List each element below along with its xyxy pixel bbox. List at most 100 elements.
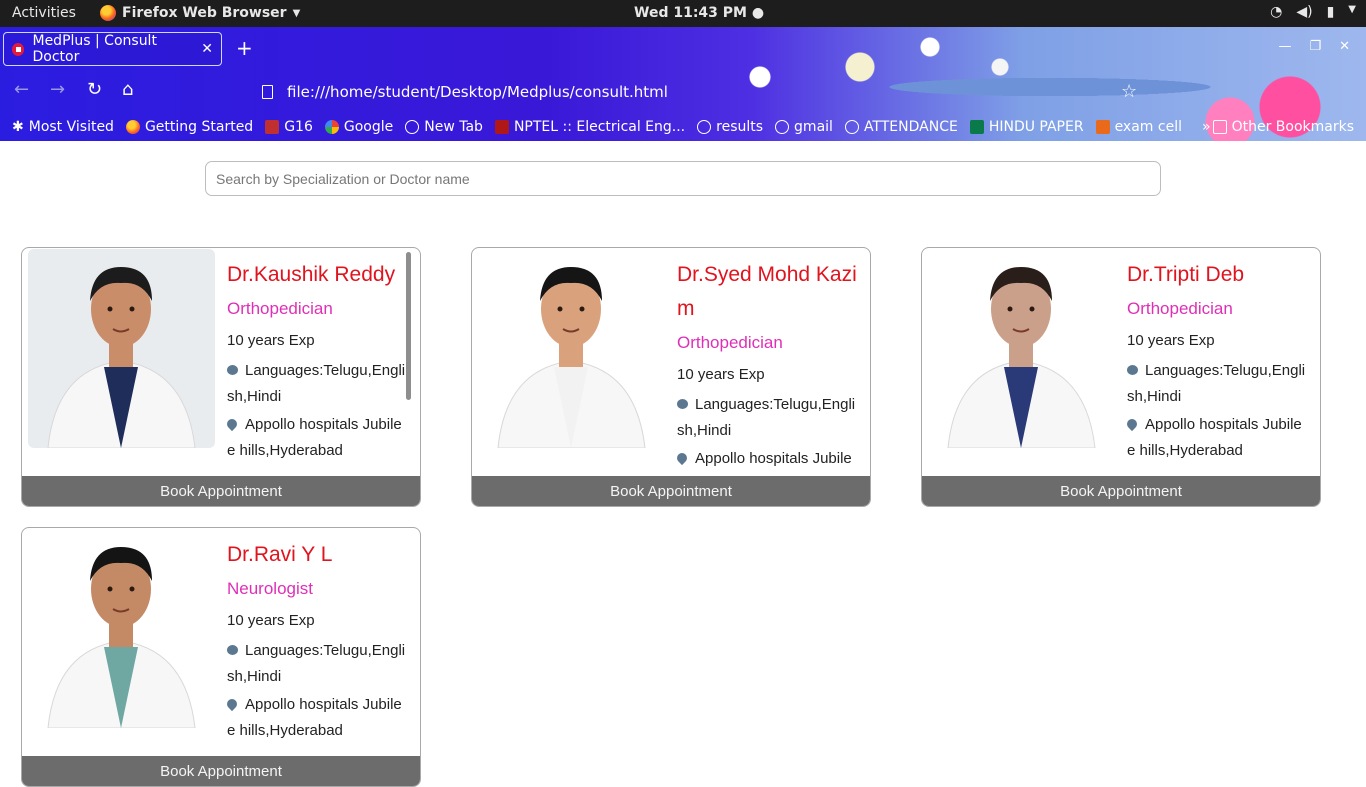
book-appointment-button[interactable]: Book Appointment	[922, 476, 1320, 506]
bookmark-item[interactable]: Google	[324, 119, 394, 135]
doctor-photo-frame	[28, 529, 215, 728]
book-appointment-button[interactable]: Book Appointment	[22, 756, 420, 786]
doctor-photo	[928, 249, 1115, 448]
doctor-address: Appollo hospitals Jubilee hills,Hyderaba…	[227, 412, 409, 464]
activities-button[interactable]: Activities	[12, 5, 76, 21]
doctor-address: Appollo hospitals Jubilee hills,Hyderaba…	[1127, 412, 1309, 464]
window-controls: — ❐ ✕	[1278, 39, 1350, 54]
info-scrollbar[interactable]	[406, 252, 411, 400]
url-bar[interactable]: file:///home/student/Desktop/Medplus/con…	[262, 79, 1162, 105]
back-icon[interactable]: ←	[14, 81, 29, 99]
close-icon[interactable]: ✕	[201, 41, 213, 57]
bookmark-item[interactable]: New Tab	[405, 119, 483, 135]
reload-icon[interactable]: ↻	[87, 81, 102, 99]
bookmark-item[interactable]: HINDU PAPER	[969, 119, 1084, 135]
system-tray[interactable]: ◔ ◀) ▮ ▼	[1270, 4, 1356, 20]
speech-bubble-icon	[1127, 365, 1138, 375]
doctor-specialization: Orthopedician	[677, 333, 783, 352]
wifi-icon: ◔	[1270, 4, 1283, 20]
globe-icon	[844, 120, 859, 134]
book-appointment-button[interactable]: Book Appointment	[472, 476, 870, 506]
exam-icon	[1095, 120, 1110, 134]
doctor-photo	[478, 249, 665, 448]
more-bookmarks-chevron-icon[interactable]: »	[1202, 119, 1211, 135]
doctor-name: Dr.Tripti Deb	[1127, 263, 1245, 286]
nptel-icon	[494, 120, 509, 134]
doctor-name: Dr.Syed Mohd Kazim	[677, 263, 857, 320]
doctor-card: Dr.Tripti Deb Orthopedician 10 years Exp…	[921, 247, 1321, 507]
location-pin-icon	[1127, 416, 1140, 432]
app-menu[interactable]: Firefox Web Browser ▼	[100, 5, 300, 21]
doctor-info: Dr.Kaushik Reddy Orthopedician 10 years …	[227, 258, 409, 476]
bookmark-star-icon[interactable]: ☆	[1121, 81, 1137, 102]
chevron-down-icon: ▼	[292, 7, 301, 19]
bookmark-label: Most Visited	[28, 119, 114, 135]
minimize-icon[interactable]: —	[1278, 39, 1291, 54]
globe-icon	[775, 120, 790, 134]
doctor-card: Dr.Kaushik Reddy Orthopedician 10 years …	[21, 247, 421, 507]
doctor-experience: 10 years Exp	[227, 612, 315, 629]
doctor-info: Dr.Ravi Y L Neurologist 10 years Exp Lan…	[227, 538, 409, 756]
page-icon	[262, 85, 273, 99]
bookmark-item[interactable]: NPTEL :: Electrical Eng...	[494, 119, 686, 135]
globe-icon	[697, 120, 712, 134]
bookmark-label: gmail	[794, 119, 833, 135]
tab-consult-doctor[interactable]: MedPlus | Consult Doctor ✕	[3, 32, 222, 66]
chevron-down-icon: ▼	[1348, 4, 1356, 15]
doctor-languages: Languages:Telugu,English,Hindi	[677, 396, 856, 439]
forward-icon[interactable]: →	[50, 81, 65, 99]
doctor-languages: Languages:Telugu,English,Hindi	[1127, 362, 1306, 405]
hindu-icon	[969, 120, 984, 134]
bookmark-label: Google	[343, 119, 394, 135]
url-text: file:///home/student/Desktop/Medplus/con…	[287, 83, 668, 101]
home-icon[interactable]: ⌂	[122, 81, 133, 99]
bookmark-item[interactable]: exam cell	[1095, 119, 1182, 135]
doctor-specialization: Orthopedician	[1127, 299, 1233, 318]
bookmark-item[interactable]: results	[697, 119, 763, 135]
doctor-specialization: Neurologist	[227, 579, 313, 598]
bookmark-item[interactable]: ATTENDANCE	[844, 119, 958, 135]
doctor-name: Dr.Ravi Y L	[227, 543, 333, 566]
doctor-experience: 10 years Exp	[227, 332, 315, 349]
doctor-card: Dr.Ravi Y L Neurologist 10 years Exp Lan…	[21, 527, 421, 787]
bookmark-item[interactable]: Getting Started	[125, 119, 254, 135]
doctor-address: Appollo hospitals Jubilee hills,Hyderaba…	[227, 692, 409, 744]
doctor-card: Dr.Syed Mohd Kazim Orthopedician 10 year…	[471, 247, 871, 507]
search-input[interactable]	[205, 161, 1161, 196]
bookmark-item[interactable]: G16	[265, 119, 313, 135]
doctor-photo-frame	[478, 249, 665, 448]
bookmarks-toolbar: ✱ Most Visited Getting Started G16 Google New…	[0, 115, 1366, 139]
bookmark-item[interactable]: ✱ Most Visited	[12, 119, 114, 135]
location-pin-icon	[677, 450, 690, 466]
close-window-icon[interactable]: ✕	[1339, 39, 1350, 54]
bookmark-item[interactable]: gmail	[775, 119, 833, 135]
location-pin-icon	[227, 696, 240, 712]
doctor-languages: Languages:Telugu,English,Hindi	[227, 642, 406, 685]
bookmark-label: exam cell	[1114, 119, 1182, 135]
bookmark-label: Getting Started	[144, 119, 254, 135]
clock[interactable]: Wed 11:43 PM ●	[634, 5, 764, 21]
bookmark-label: NPTEL :: Electrical Eng...	[513, 119, 686, 135]
doctor-name: Dr.Kaushik Reddy	[227, 263, 396, 286]
system-top-bar: Activities Firefox Web Browser ▼ Wed 11:…	[0, 0, 1366, 27]
globe-icon	[405, 120, 420, 134]
doctor-address: Appollo hospitals Jubilee	[677, 446, 859, 476]
volume-icon: ◀)	[1296, 4, 1313, 20]
doctor-photo-frame	[28, 249, 215, 448]
doctor-photo	[28, 529, 215, 728]
speech-bubble-icon	[227, 365, 238, 375]
app-name: Firefox Web Browser	[122, 5, 287, 21]
maximize-icon[interactable]: ❐	[1309, 39, 1321, 54]
doctor-experience: 10 years Exp	[677, 366, 765, 383]
location-pin-icon	[227, 416, 240, 432]
doctor-languages: Languages:Telugu,English,Hindi	[227, 362, 406, 405]
speech-bubble-icon	[227, 645, 238, 655]
other-bookmarks-label: Other Bookmarks	[1231, 119, 1354, 135]
bookmark-label: results	[716, 119, 764, 135]
folder-icon	[1212, 120, 1227, 134]
new-tab-button[interactable]: +	[236, 38, 253, 58]
book-appointment-button[interactable]: Book Appointment	[22, 476, 420, 506]
google-icon	[324, 120, 339, 134]
other-bookmarks[interactable]: Other Bookmarks	[1212, 119, 1354, 135]
doctor-info: Dr.Syed Mohd Kazim Orthopedician 10 year…	[677, 258, 859, 476]
